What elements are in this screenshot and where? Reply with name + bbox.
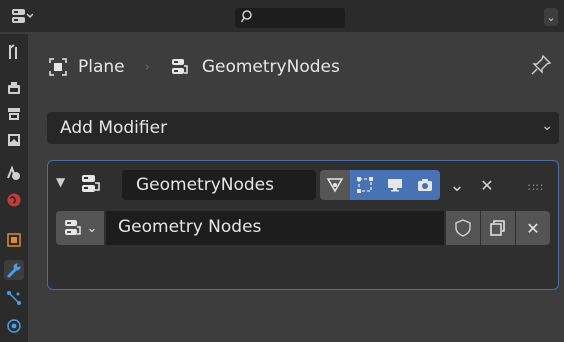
output-icon xyxy=(8,108,20,120)
breadcrumb: Plane › GeometryNodes xyxy=(48,54,340,80)
particles-icon xyxy=(7,291,21,305)
edit-mode-toggle[interactable] xyxy=(350,170,380,200)
close-icon: ✕ xyxy=(526,218,540,238)
properties-tabs xyxy=(0,34,28,342)
fake-user-button[interactable] xyxy=(446,211,480,245)
monitor-icon xyxy=(388,179,402,192)
tab-render[interactable] xyxy=(4,78,24,98)
object-icon xyxy=(7,233,21,247)
collapse-toggle-icon[interactable]: ▼ xyxy=(56,175,65,189)
duplicate-icon xyxy=(490,220,505,236)
chevron-right-icon: › xyxy=(144,59,150,75)
edit-mode-icon xyxy=(357,177,373,193)
search-icon xyxy=(240,10,253,28)
chevron-down-icon: ⌄ xyxy=(86,220,98,236)
camera-icon xyxy=(418,179,432,191)
vertex-triangle-icon xyxy=(326,178,344,193)
pin-icon xyxy=(531,54,552,75)
tab-tool[interactable] xyxy=(4,42,24,62)
tab-physics[interactable] xyxy=(4,316,24,336)
node-group-name-value: Geometry Nodes xyxy=(118,217,262,237)
scene-icon xyxy=(7,166,20,180)
properties-editor-icon xyxy=(12,9,33,23)
breadcrumb-modifier-label: GeometryNodes xyxy=(201,57,340,77)
edit-mode-cage-toggle[interactable] xyxy=(320,170,350,200)
editor-type-selector[interactable] xyxy=(6,5,38,27)
tab-output[interactable] xyxy=(4,104,24,124)
tab-world[interactable] xyxy=(4,190,24,210)
viewport-toggle[interactable] xyxy=(380,170,410,200)
tab-object[interactable] xyxy=(4,230,24,250)
tab-view-layer[interactable] xyxy=(4,130,24,150)
physics-icon xyxy=(7,319,21,333)
modifier-wrench-icon xyxy=(7,263,21,278)
breadcrumb-object-label: Plane xyxy=(78,57,125,77)
modifier-panel: Plane › GeometryNodes Add Modifier ⌄ ▼ G… xyxy=(30,32,564,342)
chevron-down-icon: ⌄ xyxy=(546,10,556,24)
node-group-row: ⌄ Geometry Nodes ✕ xyxy=(48,211,558,249)
search-input[interactable] xyxy=(235,8,345,28)
render-icon xyxy=(8,82,20,94)
geometry-nodes-icon xyxy=(82,175,100,192)
shield-icon xyxy=(455,219,471,237)
close-icon: ✕ xyxy=(480,175,494,195)
duplicate-node-group-button[interactable] xyxy=(481,211,515,245)
chevron-down-icon: ⌄ xyxy=(541,118,553,134)
tab-scene[interactable] xyxy=(4,164,24,184)
modifier-name-field[interactable]: GeometryNodes xyxy=(122,170,316,200)
render-toggle[interactable] xyxy=(410,170,440,200)
tab-particles[interactable] xyxy=(4,288,24,308)
add-modifier-button[interactable]: Add Modifier ⌄ xyxy=(47,112,559,144)
modifier-name-value: GeometryNodes xyxy=(136,175,274,195)
tab-modifiers[interactable] xyxy=(4,260,24,280)
chevron-down-icon: ⌄ xyxy=(449,174,465,196)
modifier-header: ▼ GeometryNodes ⌄ ✕ ∷∷ xyxy=(48,167,558,201)
remove-modifier-button[interactable]: ✕ xyxy=(476,170,498,200)
world-icon xyxy=(7,193,21,207)
view-layer-icon xyxy=(8,134,20,146)
unlink-node-group-button[interactable]: ✕ xyxy=(516,211,550,245)
options-menu-button[interactable]: ⌄ xyxy=(544,8,558,26)
node-group-name-field[interactable]: Geometry Nodes xyxy=(106,211,444,245)
pin-button[interactable] xyxy=(530,54,552,76)
drag-handle-icon[interactable]: ∷∷ xyxy=(528,181,544,194)
geometry-nodes-icon xyxy=(64,220,81,235)
modifier-menu-button[interactable]: ⌄ xyxy=(446,170,468,200)
editor-header: ⌄ xyxy=(0,0,564,32)
mesh-object-icon xyxy=(49,58,67,76)
add-modifier-label: Add Modifier xyxy=(60,118,168,138)
geometry-nodes-icon xyxy=(171,59,188,74)
browse-node-group-button[interactable]: ⌄ xyxy=(56,211,104,245)
properties-editor: ⌄ Plane › GeometryNodes Add Modifier ⌄ ▼… xyxy=(0,0,564,342)
modifier-card: ▼ GeometryNodes ⌄ ✕ ∷∷ ⌄ Geometry Nodes … xyxy=(47,160,559,290)
tool-icon xyxy=(9,44,17,59)
